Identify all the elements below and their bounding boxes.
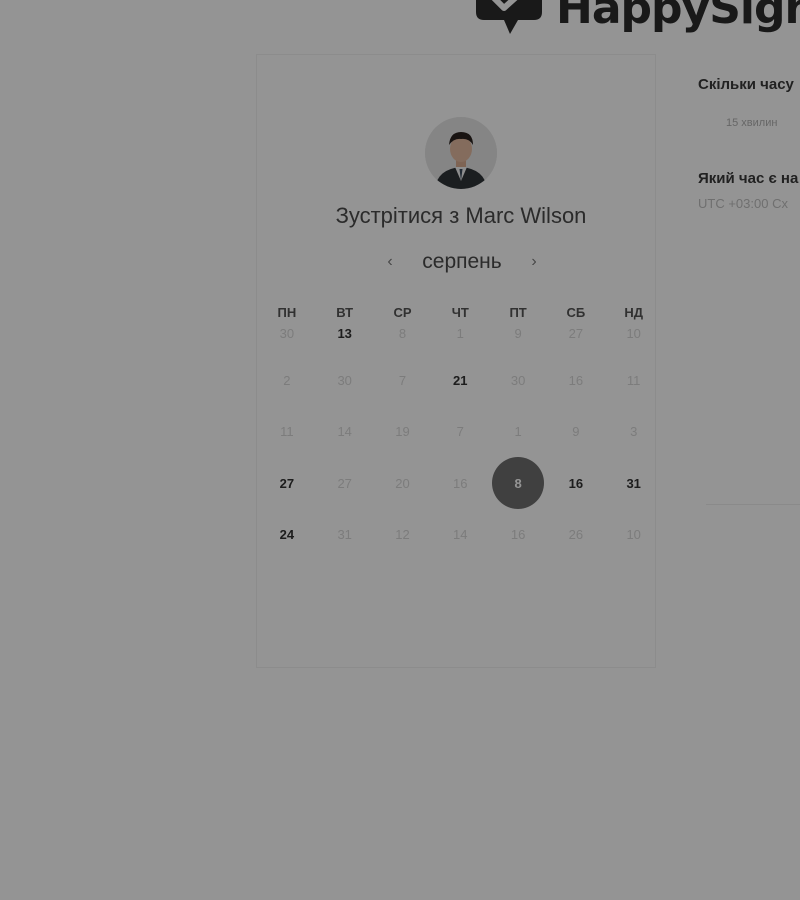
modal-overlay[interactable] xyxy=(0,0,800,900)
booking-page: HappySign Зустрітися з Marc Wilson ‹ сер… xyxy=(0,0,800,900)
